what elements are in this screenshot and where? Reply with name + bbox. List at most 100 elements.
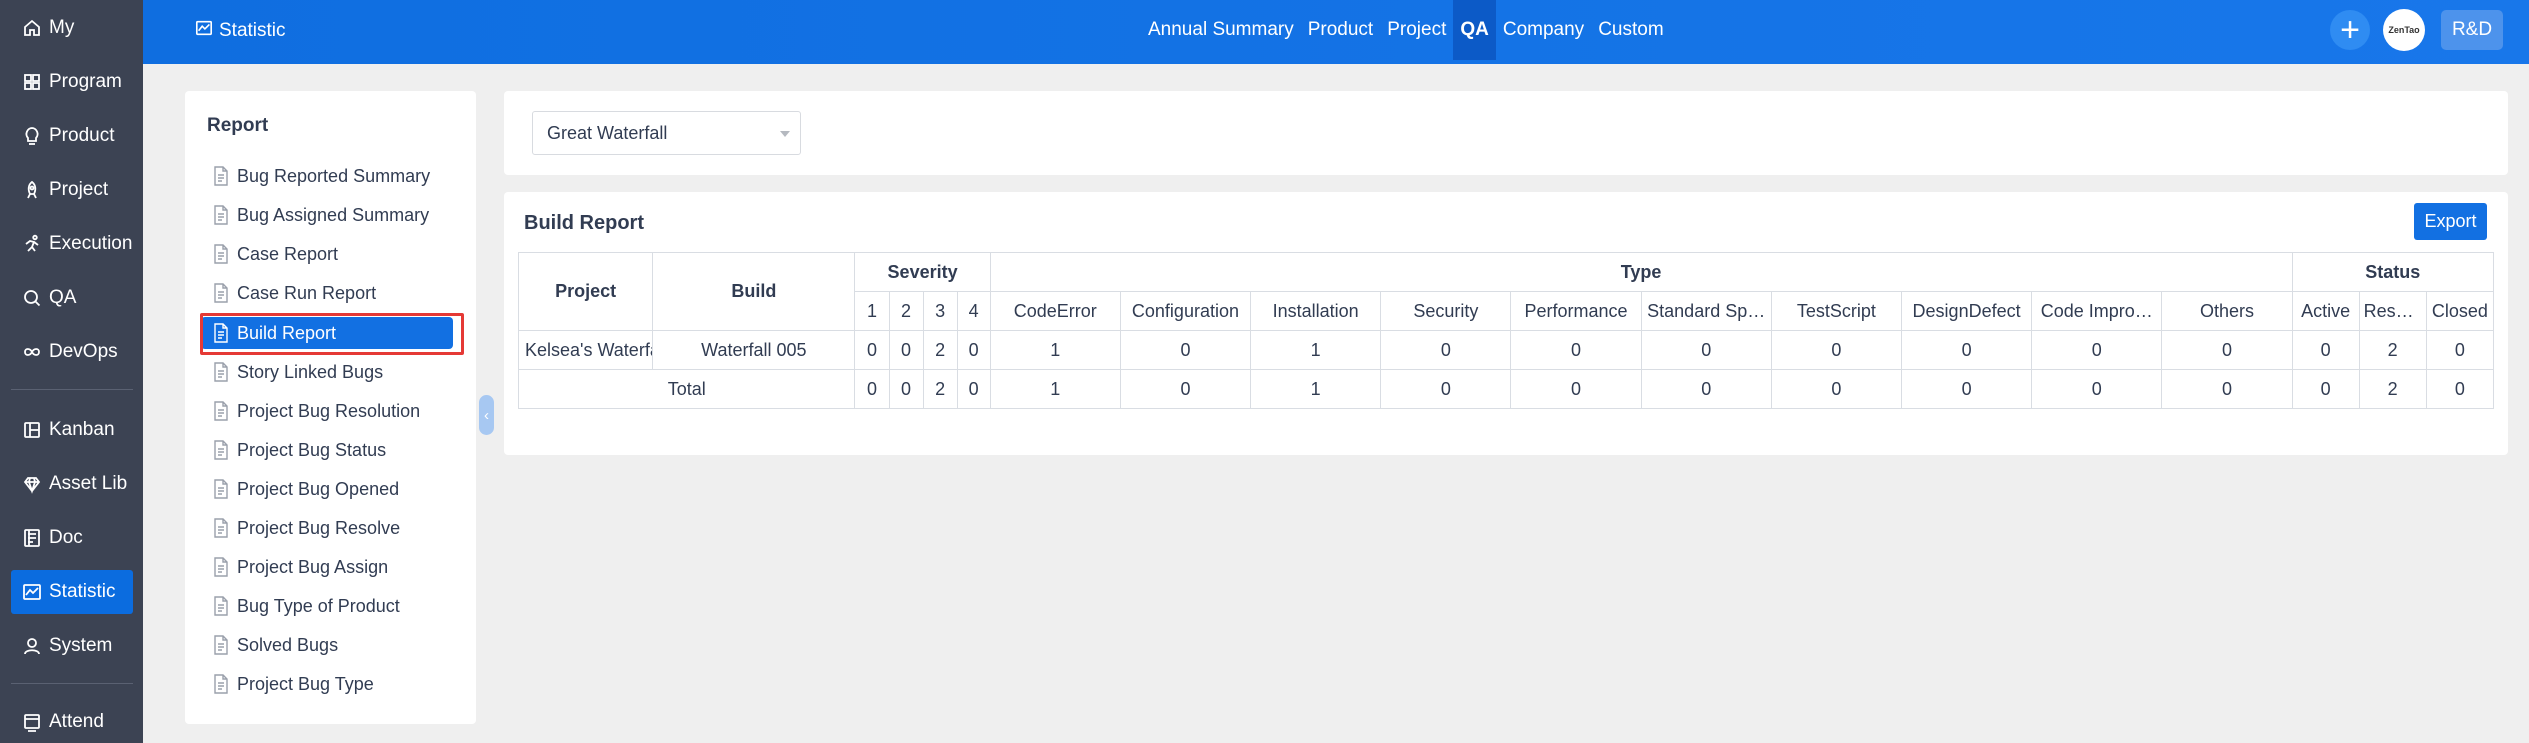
kanban-icon [20, 418, 44, 442]
cell-total-value: 0 [2031, 369, 2163, 409]
nav-item-asset-lib[interactable]: Asset Lib [11, 462, 133, 506]
left-nav: My Program Product Project Execution QA … [0, 0, 143, 743]
report-menu-item-label: Bug Reported Summary [237, 165, 431, 186]
report-menu-item[interactable]: Project Bug Resolve [201, 512, 453, 544]
cell-value: 0 [2161, 330, 2293, 370]
app-title-text: Statistic [219, 20, 286, 41]
cell-total-value: 0 [1770, 369, 1902, 409]
build-report-panel: Build Report Export Project Build Severi… [504, 192, 2508, 455]
avatar[interactable]: ZenTao [2383, 9, 2425, 51]
document-icon [213, 518, 229, 538]
cell-project: Kelsea's Waterfa [517, 330, 654, 370]
report-menu-item[interactable]: Bug Reported Summary [201, 160, 453, 192]
doc-icon [20, 526, 44, 550]
cell-value: 0 [2031, 330, 2163, 370]
nav-item-label: QA [49, 287, 77, 308]
nav-item-system[interactable]: System [11, 624, 133, 668]
nav-item-program[interactable]: Program [11, 60, 133, 104]
diamond-icon [20, 472, 44, 496]
report-menu-item[interactable]: Project Bug Status [201, 434, 453, 466]
report-menu-item[interactable]: Project Bug Opened [201, 473, 453, 505]
nav-item-kanban[interactable]: Kanban [11, 408, 133, 452]
cell-total-value: 0 [956, 369, 991, 409]
report-menu-item-label: Case Run Report [237, 282, 377, 303]
cell-value: 2 [922, 330, 958, 370]
group-header-severity: Severity [854, 252, 991, 292]
chevron-left-icon: ‹ [484, 406, 489, 424]
project-select[interactable]: Great Waterfall [532, 111, 801, 155]
topnav-product[interactable]: Product [1301, 0, 1380, 60]
cell-value: 0 [2425, 330, 2495, 370]
report-menu-item[interactable]: Story Linked Bugs [201, 356, 453, 388]
col-header-type: DesignDefect [1900, 291, 2033, 331]
build-report-table: Project Build Severity Type Status 1234C… [517, 252, 2495, 409]
col-header-severity: 2 [888, 291, 924, 331]
report-menu-item[interactable]: Project Bug Resolution [201, 395, 453, 427]
cell-value: 1 [989, 330, 1121, 370]
top-header: Statistic Annual Summary Product Project… [143, 0, 2529, 64]
topnav-custom[interactable]: Custom [1591, 0, 1670, 60]
nav-item-doc[interactable]: Doc [11, 516, 133, 560]
report-menu-item-label: Story Linked Bugs [237, 361, 384, 382]
col-header-type: TestScript [1770, 291, 1902, 331]
report-menu-item[interactable]: Solved Bugs [201, 629, 453, 661]
nav-item-devops[interactable]: DevOps [11, 330, 133, 374]
report-menu-item[interactable]: Bug Assigned Summary [201, 199, 453, 231]
nav-item-label: Project [49, 179, 109, 200]
document-icon [213, 362, 229, 382]
app-title: Statistic [195, 19, 286, 43]
create-button[interactable]: + [2330, 10, 2370, 50]
report-menu-item[interactable]: Case Run Report [201, 277, 453, 309]
attend-icon [20, 710, 44, 734]
nav-item-project[interactable]: Project [11, 168, 133, 212]
cell-value: 0 [2291, 330, 2360, 370]
cell-total-value: 1 [989, 369, 1121, 409]
col-header-type: Standard Sp… [1640, 291, 1772, 331]
chart-icon [195, 19, 213, 43]
dept-button[interactable]: R&D [2441, 10, 2503, 50]
report-menu-item[interactable]: Case Report [201, 238, 453, 270]
topnav-annual-summary[interactable]: Annual Summary [1141, 0, 1301, 60]
cell-value: 0 [1510, 330, 1642, 370]
report-menu-item[interactable]: Bug Type of Product [201, 590, 453, 622]
cell-total-value: 0 [1510, 369, 1642, 409]
col-header-status: Closed [2425, 291, 2495, 331]
topnav-qa[interactable]: QA [1453, 0, 1496, 60]
topnav-company[interactable]: Company [1496, 0, 1591, 60]
report-menu-item[interactable]: Project Bug Assign [201, 551, 453, 583]
nav-item-execution[interactable]: Execution [11, 222, 133, 266]
search-icon [20, 286, 44, 310]
cell-total-value: 0 [1380, 369, 1512, 409]
nav-item-my[interactable]: My [11, 6, 133, 50]
nav-item-qa[interactable]: QA [11, 276, 133, 320]
lightbulb-icon [20, 124, 44, 148]
nav-item-label: Kanban [49, 419, 115, 440]
report-menu-item[interactable]: Project Bug Type [201, 668, 453, 700]
col-header-type: Configuration [1119, 291, 1252, 331]
document-icon [213, 283, 229, 303]
collapse-handle[interactable]: ‹ [479, 395, 494, 435]
cell-total-value: 0 [2161, 369, 2293, 409]
group-header-status: Status [2291, 252, 2495, 292]
report-menu-item-label: Project Bug Assign [237, 556, 389, 577]
cell-value: 0 [1900, 330, 2033, 370]
report-menu-item-label: Bug Type of Product [237, 595, 400, 616]
nav-item-product[interactable]: Product [11, 114, 133, 158]
nav-item-label: Asset Lib [49, 473, 128, 494]
nav-item-statistic[interactable]: Statistic [11, 570, 133, 614]
nav-item-label: My [49, 17, 75, 38]
top-nav: Annual Summary Product Project QA Compan… [1141, 0, 1671, 60]
home-icon [20, 16, 44, 40]
plus-icon: + [2340, 11, 2360, 49]
col-header-type: Others [2161, 291, 2293, 331]
chart-icon [20, 580, 44, 604]
topnav-project[interactable]: Project [1380, 0, 1453, 60]
export-button[interactable]: Export [2414, 203, 2487, 240]
report-menu-title: Report [207, 115, 269, 136]
nav-item-attend[interactable]: Attend [11, 700, 133, 743]
report-menu-item-label: Solved Bugs [237, 634, 339, 655]
cell-total-value: 0 [2425, 369, 2495, 409]
nav-item-label: DevOps [49, 341, 118, 362]
nav-divider [11, 683, 133, 684]
report-menu-item-label: Project Bug Opened [237, 478, 400, 499]
